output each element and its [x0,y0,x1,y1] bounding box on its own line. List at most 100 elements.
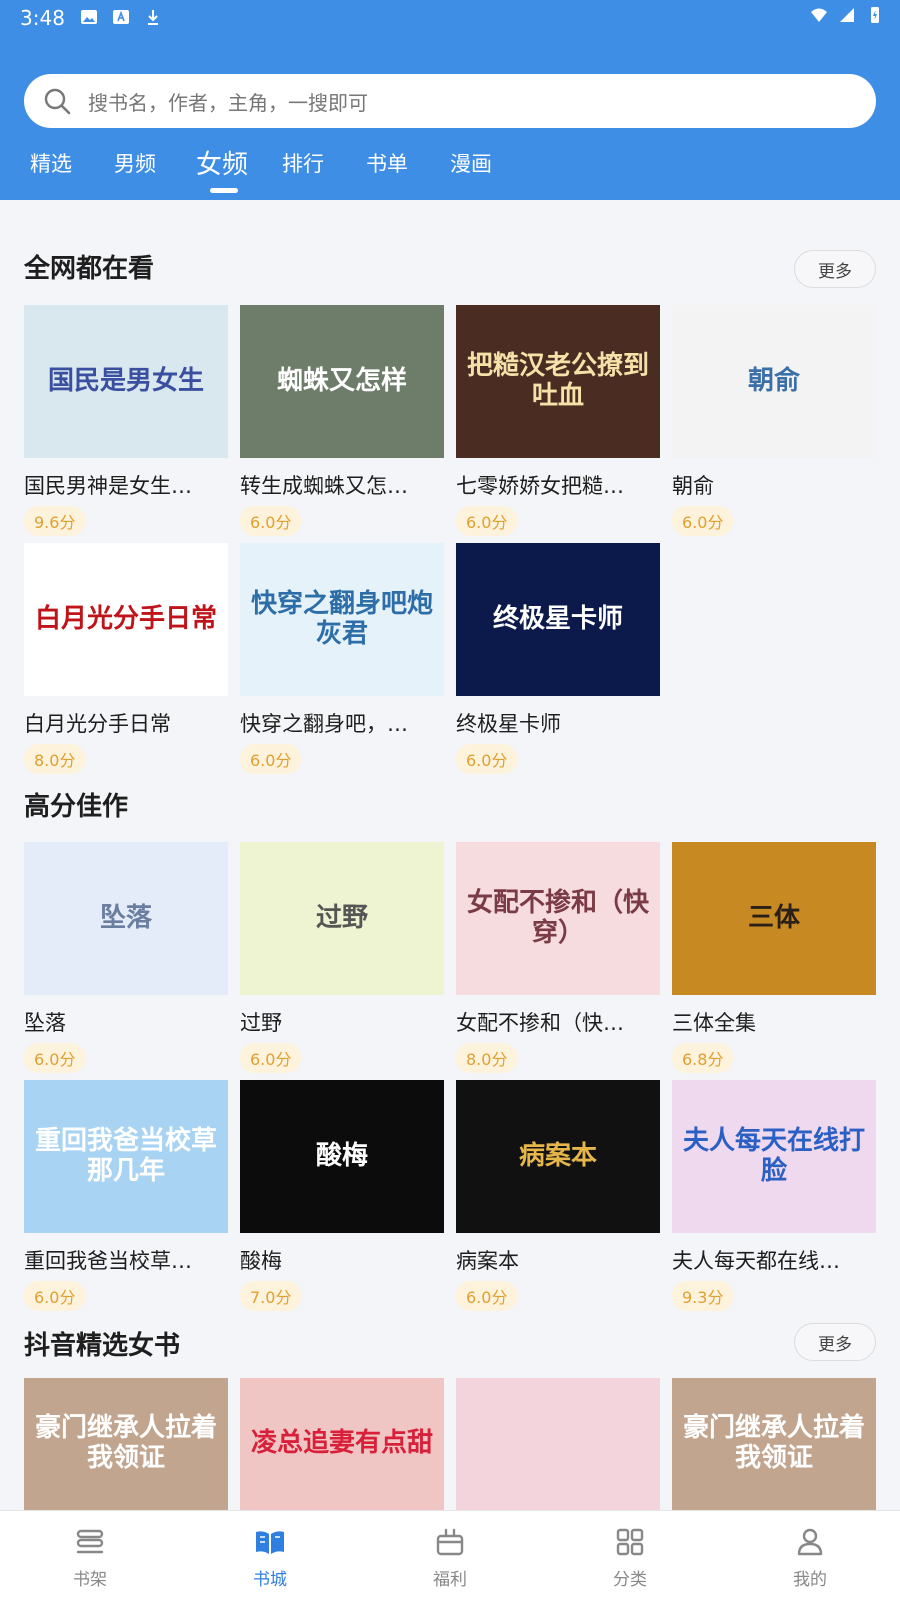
book-card[interactable]: 国民是男女生 国民男神是女生… 9.6分 [24,305,228,536]
book-score-badge: 6.0分 [456,1281,518,1311]
book-score-badge: 6.0分 [240,744,302,774]
nav-welfare[interactable]: 福利 [410,1525,490,1590]
gallery-notification-icon [81,10,97,24]
book-card[interactable]: 三体 三体全集 6.8分 [672,842,876,1073]
book-cover[interactable]: 坠落 [24,842,228,995]
book-title: 七零娇娇女把糙… [456,474,624,498]
nav-bookshelf-label: 书架 [73,1570,107,1590]
book-score-badge: 8.0分 [456,1043,518,1073]
nav-profile[interactable]: 我的 [770,1525,850,1590]
nav-category-label: 分类 [613,1570,647,1590]
book-card[interactable]: 朝俞 朝俞 6.0分 [672,305,876,536]
book-cover-art-text: 豪门继承人拉着我领证 [34,1413,217,1473]
book-title: 重回我爸当校草… [24,1249,192,1273]
tab-booklist[interactable]: 书单 [366,148,408,178]
book-cover-art-text: 女配不掺和（快穿） [466,887,649,948]
book-cover-art-text: 快穿之翻身吧炮灰君 [250,588,433,649]
book-cover[interactable]: 重回我爸当校草那几年 [24,1080,228,1233]
book-cover[interactable]: 三体 [672,842,876,995]
section-title-top-rated: 高分佳作 [24,792,129,822]
book-score-badge: 6.0分 [456,506,518,536]
book-card[interactable]: 酸梅 酸梅 7.0分 [240,1080,444,1311]
tab-featured[interactable]: 精选 [30,148,72,178]
book-cover[interactable]: 白月光分手日常 [24,543,228,696]
book-card[interactable]: 豪门继承人拉着我领证 [24,1378,228,1510]
grid-icon [616,1528,644,1556]
book-cover-art-text: 酸梅 [315,1140,368,1171]
more-button-douyin[interactable]: 更多 [794,1323,876,1361]
book-card[interactable]: 快穿之翻身吧炮灰君 快穿之翻身吧，… 6.0分 [240,543,444,774]
book-title: 坠落 [24,1011,66,1035]
book-title: 转生成蜘蛛又怎… [240,474,408,498]
book-card[interactable]: 病案本 病案本 6.0分 [456,1080,660,1311]
tab-comics[interactable]: 漫画 [450,148,492,178]
book-title: 朝俞 [672,474,714,498]
book-cover[interactable] [456,1378,660,1510]
book-score-badge: 9.3分 [672,1281,734,1311]
book-card[interactable]: 夫人每天在线打脸夫人每天都在线… 9.3分 [672,1080,876,1311]
book-card[interactable]: 蜘蛛又怎样转生成蜘蛛又怎… 6.0分 [240,305,444,536]
book-cover[interactable]: 酸梅 [240,1080,444,1233]
book-card[interactable]: 凌总追妻有点甜 [240,1378,444,1510]
book-cover[interactable]: 朝俞 [672,305,876,458]
book-card[interactable]: 豪门继承人拉着我领证 [672,1378,876,1510]
nav-bookshelf[interactable]: 书架 [50,1525,130,1590]
book-cover[interactable]: 豪门继承人拉着我领证 [672,1378,876,1510]
book-cover[interactable]: 国民是男女生 [24,305,228,458]
search-bar[interactable]: 搜书名，作者，主角，一搜即可 [24,74,876,128]
book-card[interactable]: 把糙汉老公撩到吐血七零娇娇女把糙… 6.0分 [456,305,660,536]
nav-welfare-label: 福利 [433,1570,467,1590]
book-card[interactable] [456,1378,660,1510]
book-cover[interactable]: 终极星卡师 [456,543,660,696]
book-card[interactable]: 白月光分手日常 白月光分手日常 8.0分 [24,543,228,774]
book-card[interactable]: 过野 过野 6.0分 [240,842,444,1073]
book-cover[interactable]: 病案本 [456,1080,660,1233]
book-cover-art-text: 凌总追妻有点甜 [250,1428,433,1459]
book-card[interactable]: 坠落 坠落 6.0分 [24,842,228,1073]
book-cover[interactable]: 凌总追妻有点甜 [240,1378,444,1510]
book-title: 三体全集 [672,1011,756,1035]
category-tabs: 精选 男频 女频 排行 书单 漫画 [0,140,900,196]
status-bar: 3:48 [0,0,900,36]
book-score-badge: 6.0分 [240,506,302,536]
book-cover[interactable]: 夫人每天在线打脸 [672,1080,876,1233]
book-card[interactable]: 终极星卡师 终极星卡师 6.0分 [456,543,660,774]
book-cover-art-text: 过野 [315,902,368,933]
cell-signal-icon [840,8,854,22]
book-cover-art-text: 朝俞 [747,365,800,396]
more-button-trending[interactable]: 更多 [794,250,876,288]
book-cover-art-text: 三体 [747,902,800,933]
book-cover[interactable]: 过野 [240,842,444,995]
book-cover[interactable]: 女配不掺和（快穿） [456,842,660,995]
book-cover-art-text: 病案本 [518,1140,597,1171]
book-cover[interactable]: 豪门继承人拉着我领证 [24,1378,228,1510]
book-cover[interactable]: 蜘蛛又怎样 [240,305,444,458]
book-cover-art-text: 终极星卡师 [492,603,623,634]
tab-ranking[interactable]: 排行 [282,148,324,178]
book-score-badge: 6.0分 [456,744,518,774]
book-score-badge: 6.0分 [24,1043,86,1073]
nav-profile-label: 我的 [793,1570,827,1590]
nav-bookstore[interactable]: 书城 [230,1525,310,1590]
book-score-badge: 6.0分 [672,506,734,536]
tab-female[interactable]: 女频 [196,144,248,181]
status-time: 3:48 [20,6,65,30]
book-cover[interactable]: 把糙汉老公撩到吐血 [456,305,660,458]
book-cover-art-text: 坠落 [99,902,152,933]
book-title: 过野 [240,1011,282,1035]
book-cover-art-text: 蜘蛛又怎样 [276,365,407,396]
book-card[interactable]: 重回我爸当校草那几年重回我爸当校草… 6.0分 [24,1080,228,1311]
bookshelf-icon [76,1529,104,1554]
search-placeholder: 搜书名，作者，主角，一搜即可 [88,90,368,115]
bottom-navigation: 书架 书城 福利 分类 我的 [0,1510,900,1600]
book-title: 夫人每天都在线… [672,1249,840,1273]
book-cover-art-text: 国民是男女生 [47,365,204,396]
active-tab-indicator [210,188,238,193]
book-cover[interactable]: 快穿之翻身吧炮灰君 [240,543,444,696]
book-card[interactable]: 女配不掺和（快穿） 女配不掺和（快… 8.0分 [456,842,660,1073]
book-score-badge: 6.0分 [24,1281,86,1311]
wifi-icon [811,8,827,22]
search-icon [44,88,71,115]
nav-category[interactable]: 分类 [590,1525,670,1590]
tab-male[interactable]: 男频 [114,148,156,178]
